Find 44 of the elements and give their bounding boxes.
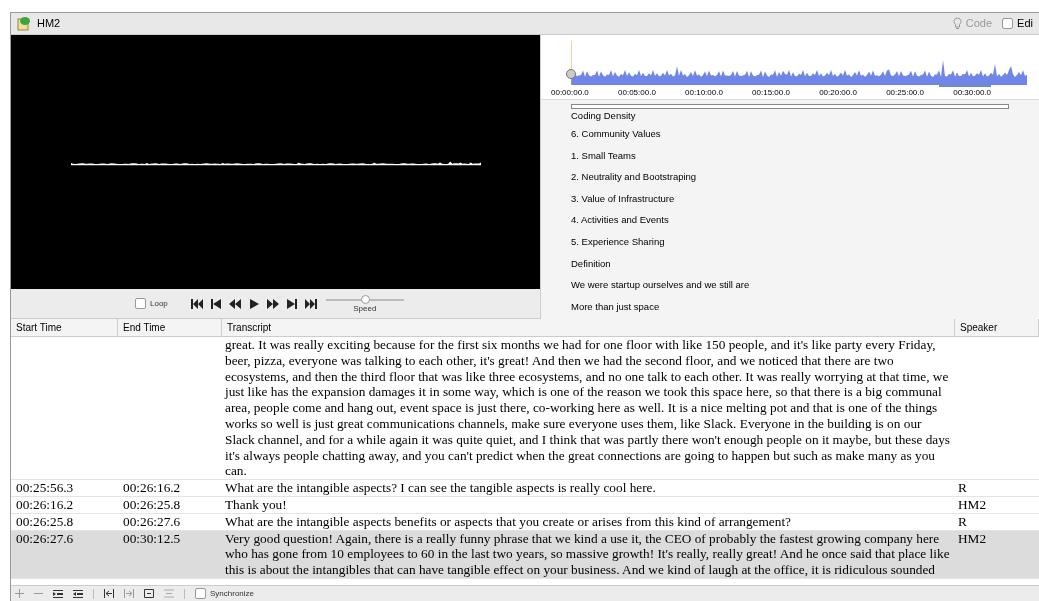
transcript-cell: great. It was really exciting because for the first six months we had for one floor with like 150 people, and it's like party every Friday, beer, pizza, everyone was talking to each other, it's great! And then we had the second floor, and we noticed that there are two ecosystems, and then the third floor that was like three ecosystems, and no one talk to each other. It was really worrying at that time, we just like has the expansion damages it in some way, which is one of the reason we took this space here, so that there is a big communal area, people come and hang out, event space is just there, co-working here as well. It is a nice melting pot and that is one of the things works so well is just great communications channels, make sure everyone uses them, like Slack. Everyone in the building is on our Slack channel, and for a while again it was quite quiet, and I think that was partly there won't enough people on it maybe, but these days it's always people chatting away, and you can't predict when the great connections are going to happen but such as make many as you can.	[225, 337, 951, 479]
time-tick-label: 00:05:00.0	[618, 87, 656, 99]
window-title: HM2	[37, 16, 61, 32]
code-item[interactable]: We were startup ourselves and we still are	[571, 274, 1009, 296]
speed-label: Speed	[353, 304, 377, 313]
code-item[interactable]: 1. Small Teams	[571, 144, 1009, 167]
transcript-cell: What are the intangible aspects? I can see the tangible aspects is really cool here.	[225, 480, 656, 496]
coding-density-label: Coding Density	[571, 109, 637, 123]
start-time-cell: 00:25:56.3	[16, 480, 74, 496]
code-item[interactable]: More than just space	[571, 295, 1009, 318]
time-tick-label: 00:00:00.0	[551, 87, 589, 99]
start-time-cell: 00:26:25.8	[16, 513, 74, 529]
time-tick-label: 00:20:00.0	[819, 87, 857, 99]
transcript-cell: Thank you!	[225, 496, 287, 512]
code-item[interactable]: 6. Community Values	[571, 123, 1009, 145]
code-item[interactable]: 5. Experience Sharing	[571, 230, 1009, 253]
code-item[interactable]: 3. Value of Infrastructure	[571, 187, 1009, 210]
code-item[interactable]: Definition	[571, 252, 1009, 275]
edit-label: Edi	[1017, 16, 1033, 32]
code-item[interactable]: 4. Activities and Events	[571, 209, 1009, 231]
start-time-cell: 00:26:27.6	[16, 530, 74, 546]
start-time-cell: 00:26:16.2	[16, 496, 74, 512]
table-row[interactable]: 00:25:56.3 00:26:16.2 What are the intangible aspects? I can see the tangible aspects is really cool here. R	[11, 480, 1039, 497]
column-header[interactable]: Transcript	[222, 319, 955, 336]
end-time-cell: 00:26:16.2	[123, 480, 181, 496]
end-time-cell: 00:26:25.8	[123, 496, 181, 512]
column-header[interactable]: Start Time	[11, 319, 118, 336]
time-tick-label: 00:10:00.0	[685, 87, 723, 99]
code-item[interactable]: 2. Neutrality and Bootstraping	[571, 166, 1009, 188]
loop-label: Loop	[150, 297, 168, 310]
speaker-cell: HM2	[958, 530, 987, 546]
transcript-cell: What are the intangible aspects benefits or aspects that you create or arises from this kind of arrangement?	[225, 513, 791, 529]
column-header[interactable]: Speaker	[955, 319, 1039, 336]
speaker-cell: R	[958, 513, 967, 529]
speaker-cell: HM2	[958, 496, 987, 512]
time-tick-label: 00:25:00.0	[886, 87, 924, 99]
synchronize-label: Synchronize	[210, 587, 255, 600]
time-tick-label: 00:15:00.0	[752, 87, 790, 99]
end-time-cell: 00:30:12.5	[123, 530, 181, 546]
transcript-cell: Very good question! Again, there is a really funny phrase that we kind a use it, the CEO of probably the fastest growing company here who has gone from 10 employees to 60 in the last two years, so massive growth! It's really, really great! And he once said that place like this is about the intangibles that can have tangible effect on your business. And we kind of laugh at the office, it is ridiculous sounded	[225, 530, 950, 578]
time-tick-label: 00:30:00.0	[953, 87, 991, 99]
column-header[interactable]: End Time	[118, 319, 222, 336]
end-time-cell: 00:26:27.6	[123, 513, 181, 529]
speaker-cell: R	[958, 480, 967, 496]
